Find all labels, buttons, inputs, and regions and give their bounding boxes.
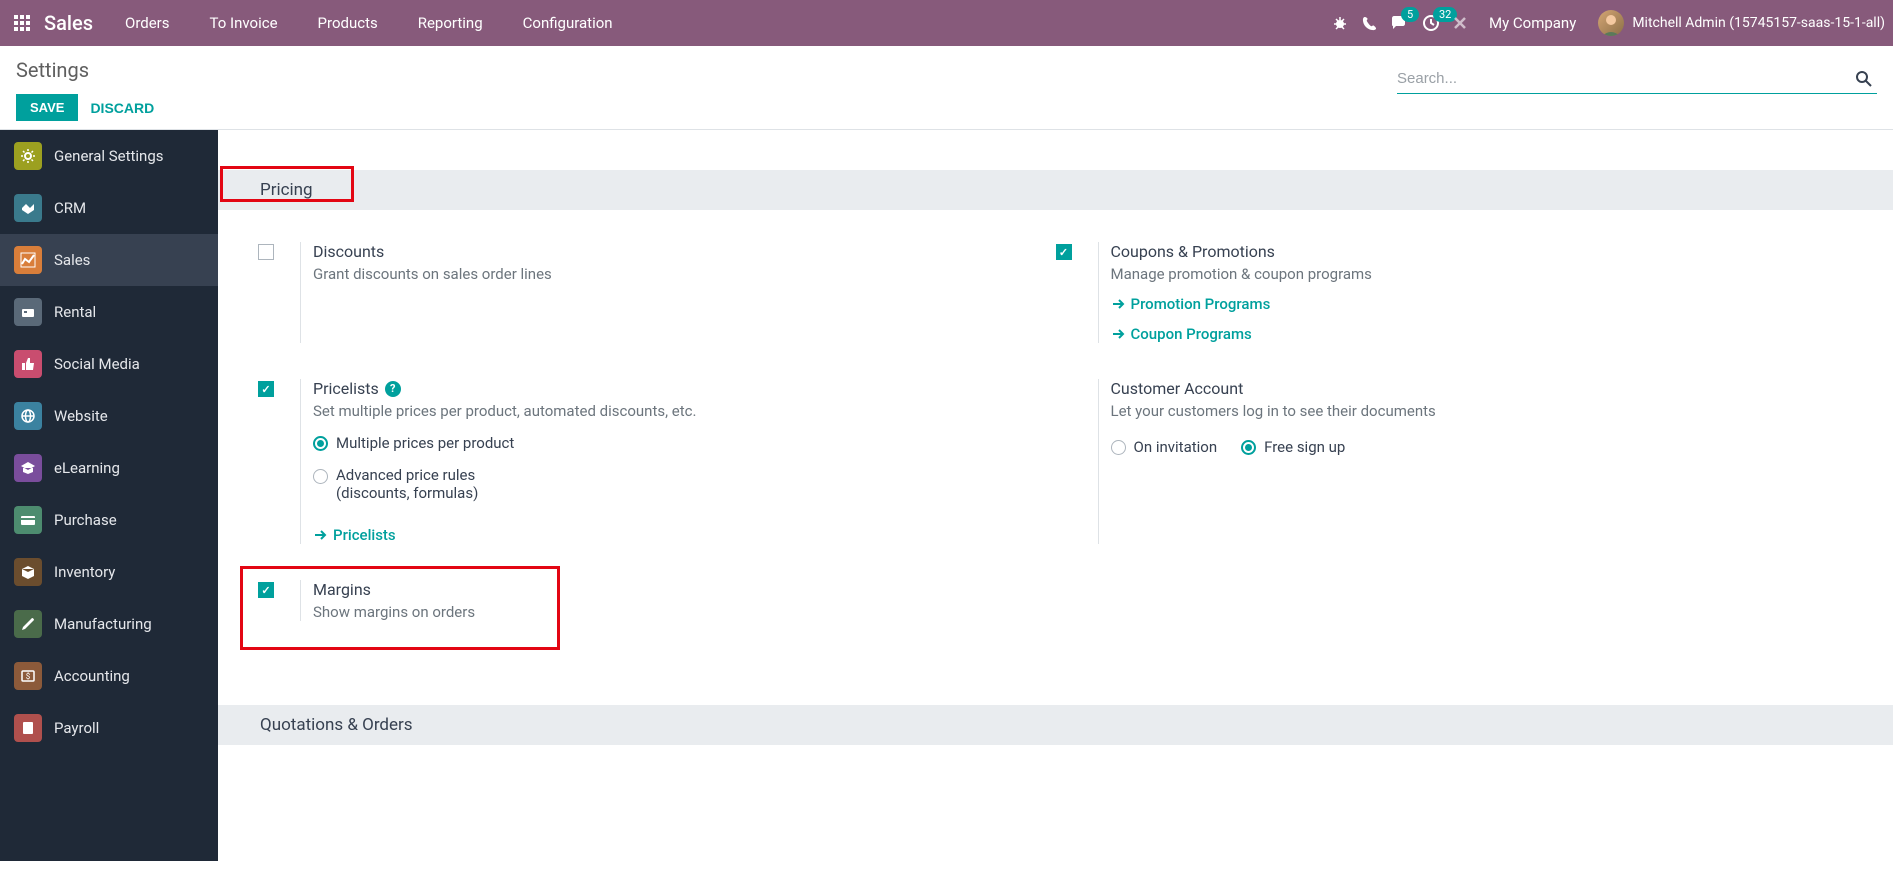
messages-icon[interactable]: 5 — [1391, 15, 1409, 31]
user-name: Mitchell Admin (15745157-saas-15-1-all) — [1632, 15, 1885, 31]
search-wrap — [1397, 64, 1877, 94]
wrench-icon — [14, 610, 42, 638]
messages-badge: 5 — [1401, 7, 1419, 22]
graduation-icon — [14, 454, 42, 482]
sidebar-item-website[interactable]: Website — [0, 390, 218, 442]
setting-discounts: Discounts Grant discounts on sales order… — [258, 230, 1056, 367]
user-menu[interactable]: Mitchell Admin (15745157-saas-15-1-all) — [1598, 10, 1885, 36]
link-promotion-programs[interactable]: Promotion Programs — [1111, 295, 1854, 313]
setting-title-margins: Margins — [313, 580, 1056, 599]
sidebar-label: eLearning — [54, 459, 120, 477]
radio-free-signup[interactable] — [1241, 440, 1256, 455]
radio-label-free-signup[interactable]: Free sign up — [1264, 438, 1345, 456]
checkbox-discounts[interactable] — [258, 244, 274, 260]
handshake-icon — [14, 194, 42, 222]
payroll-icon — [14, 714, 42, 742]
settings-sidebar: General Settings CRM Sales Rental Social… — [0, 130, 218, 861]
radio-label-on-invitation[interactable]: On invitation — [1134, 438, 1218, 456]
phone-icon[interactable] — [1362, 16, 1377, 31]
nav-right: 5 32 My Company Mitchell Admin (15745157… — [1332, 10, 1885, 36]
setting-desc-margins: Show margins on orders — [313, 603, 1056, 621]
search-input[interactable] — [1397, 64, 1851, 93]
nav-menu-configuration[interactable]: Configuration — [515, 10, 621, 36]
settings-content: Pricing Discounts Grant discounts on sal… — [218, 130, 1893, 861]
close-tray-icon[interactable] — [1453, 16, 1467, 30]
radio-multiple-prices[interactable] — [313, 436, 328, 451]
sidebar-label: Rental — [54, 303, 96, 321]
checkbox-margins[interactable] — [258, 582, 274, 598]
apps-menu-icon[interactable] — [8, 9, 36, 37]
sidebar-label: Inventory — [54, 563, 115, 581]
sidebar-item-general-settings[interactable]: General Settings — [0, 130, 218, 182]
money-icon: $ — [14, 662, 42, 690]
help-icon[interactable]: ? — [385, 381, 401, 397]
setting-desc-coupons: Manage promotion & coupon programs — [1111, 265, 1854, 283]
save-button[interactable]: SAVE — [16, 94, 78, 121]
key-icon — [14, 298, 42, 326]
bug-icon[interactable] — [1332, 15, 1348, 31]
sidebar-label: Purchase — [54, 511, 117, 529]
sidebar-item-rental[interactable]: Rental — [0, 286, 218, 338]
setting-desc-discounts: Grant discounts on sales order lines — [313, 265, 1056, 283]
gear-icon — [14, 142, 42, 170]
box-icon — [14, 558, 42, 586]
company-selector[interactable]: My Company — [1489, 14, 1576, 32]
activities-icon[interactable]: 32 — [1423, 15, 1439, 31]
page-title: Settings — [16, 58, 154, 82]
sidebar-label: CRM — [54, 199, 86, 217]
avatar — [1598, 10, 1624, 36]
nav-menu: Orders To Invoice Products Reporting Con… — [117, 10, 621, 36]
link-pricelists[interactable]: Pricelists — [313, 526, 1056, 544]
radio-label-multiple-prices[interactable]: Multiple prices per product — [336, 434, 514, 452]
radio-on-invitation[interactable] — [1111, 440, 1126, 455]
svg-text:$: $ — [26, 672, 31, 681]
radio-advanced-rules[interactable] — [313, 469, 328, 484]
discard-button[interactable]: DISCARD — [90, 100, 154, 116]
checkbox-pricelists[interactable] — [258, 381, 274, 397]
setting-desc-pricelists: Set multiple prices per product, automat… — [313, 402, 1056, 420]
chart-icon — [14, 246, 42, 274]
setting-title-customer-account: Customer Account — [1111, 379, 1854, 398]
globe-icon — [14, 402, 42, 430]
sidebar-label: Accounting — [54, 667, 130, 685]
section-header-quotations: Quotations & Orders — [218, 705, 1893, 745]
top-navbar: Sales Orders To Invoice Products Reporti… — [0, 0, 1893, 46]
nav-menu-reporting[interactable]: Reporting — [410, 10, 491, 36]
sidebar-item-social-media[interactable]: Social Media — [0, 338, 218, 390]
nav-menu-orders[interactable]: Orders — [117, 10, 178, 36]
setting-title-coupons: Coupons & Promotions — [1111, 242, 1854, 261]
section-header-pricing: Pricing — [218, 170, 1893, 210]
sidebar-item-purchase[interactable]: Purchase — [0, 494, 218, 546]
setting-desc-customer-account: Let your customers log in to see their d… — [1111, 402, 1854, 420]
nav-menu-to-invoice[interactable]: To Invoice — [202, 10, 286, 36]
setting-coupons: Coupons & Promotions Manage promotion & … — [1056, 230, 1854, 367]
sidebar-label: Sales — [54, 251, 90, 269]
sidebar-item-inventory[interactable]: Inventory — [0, 546, 218, 598]
thumbs-up-icon — [14, 350, 42, 378]
setting-title-discounts: Discounts — [313, 242, 1056, 261]
radio-label-advanced-rules[interactable]: Advanced price rules (discounts, formula… — [336, 466, 478, 502]
sidebar-item-crm[interactable]: CRM — [0, 182, 218, 234]
sidebar-item-elearning[interactable]: eLearning — [0, 442, 218, 494]
nav-menu-products[interactable]: Products — [310, 10, 386, 36]
setting-title-pricelists: Pricelists ? — [313, 379, 1056, 398]
sidebar-label: General Settings — [54, 147, 164, 165]
sidebar-item-payroll[interactable]: Payroll — [0, 702, 218, 754]
app-brand[interactable]: Sales — [44, 11, 93, 35]
credit-card-icon — [14, 506, 42, 534]
setting-customer-account: Customer Account Let your customers log … — [1056, 367, 1854, 568]
sidebar-label: Manufacturing — [54, 615, 152, 633]
setting-margins: Margins Show margins on orders — [258, 568, 1056, 645]
sidebar-item-manufacturing[interactable]: Manufacturing — [0, 598, 218, 650]
link-coupon-programs[interactable]: Coupon Programs — [1111, 325, 1854, 343]
sidebar-item-accounting[interactable]: $ Accounting — [0, 650, 218, 702]
setting-pricelists: Pricelists ? Set multiple prices per pro… — [258, 367, 1056, 568]
control-panel: Settings SAVE DISCARD — [0, 46, 1893, 130]
sidebar-item-sales[interactable]: Sales — [0, 234, 218, 286]
sidebar-label: Payroll — [54, 719, 99, 737]
sidebar-label: Website — [54, 407, 108, 425]
sidebar-label: Social Media — [54, 355, 140, 373]
search-button[interactable] — [1851, 66, 1877, 92]
checkbox-coupons[interactable] — [1056, 244, 1072, 260]
